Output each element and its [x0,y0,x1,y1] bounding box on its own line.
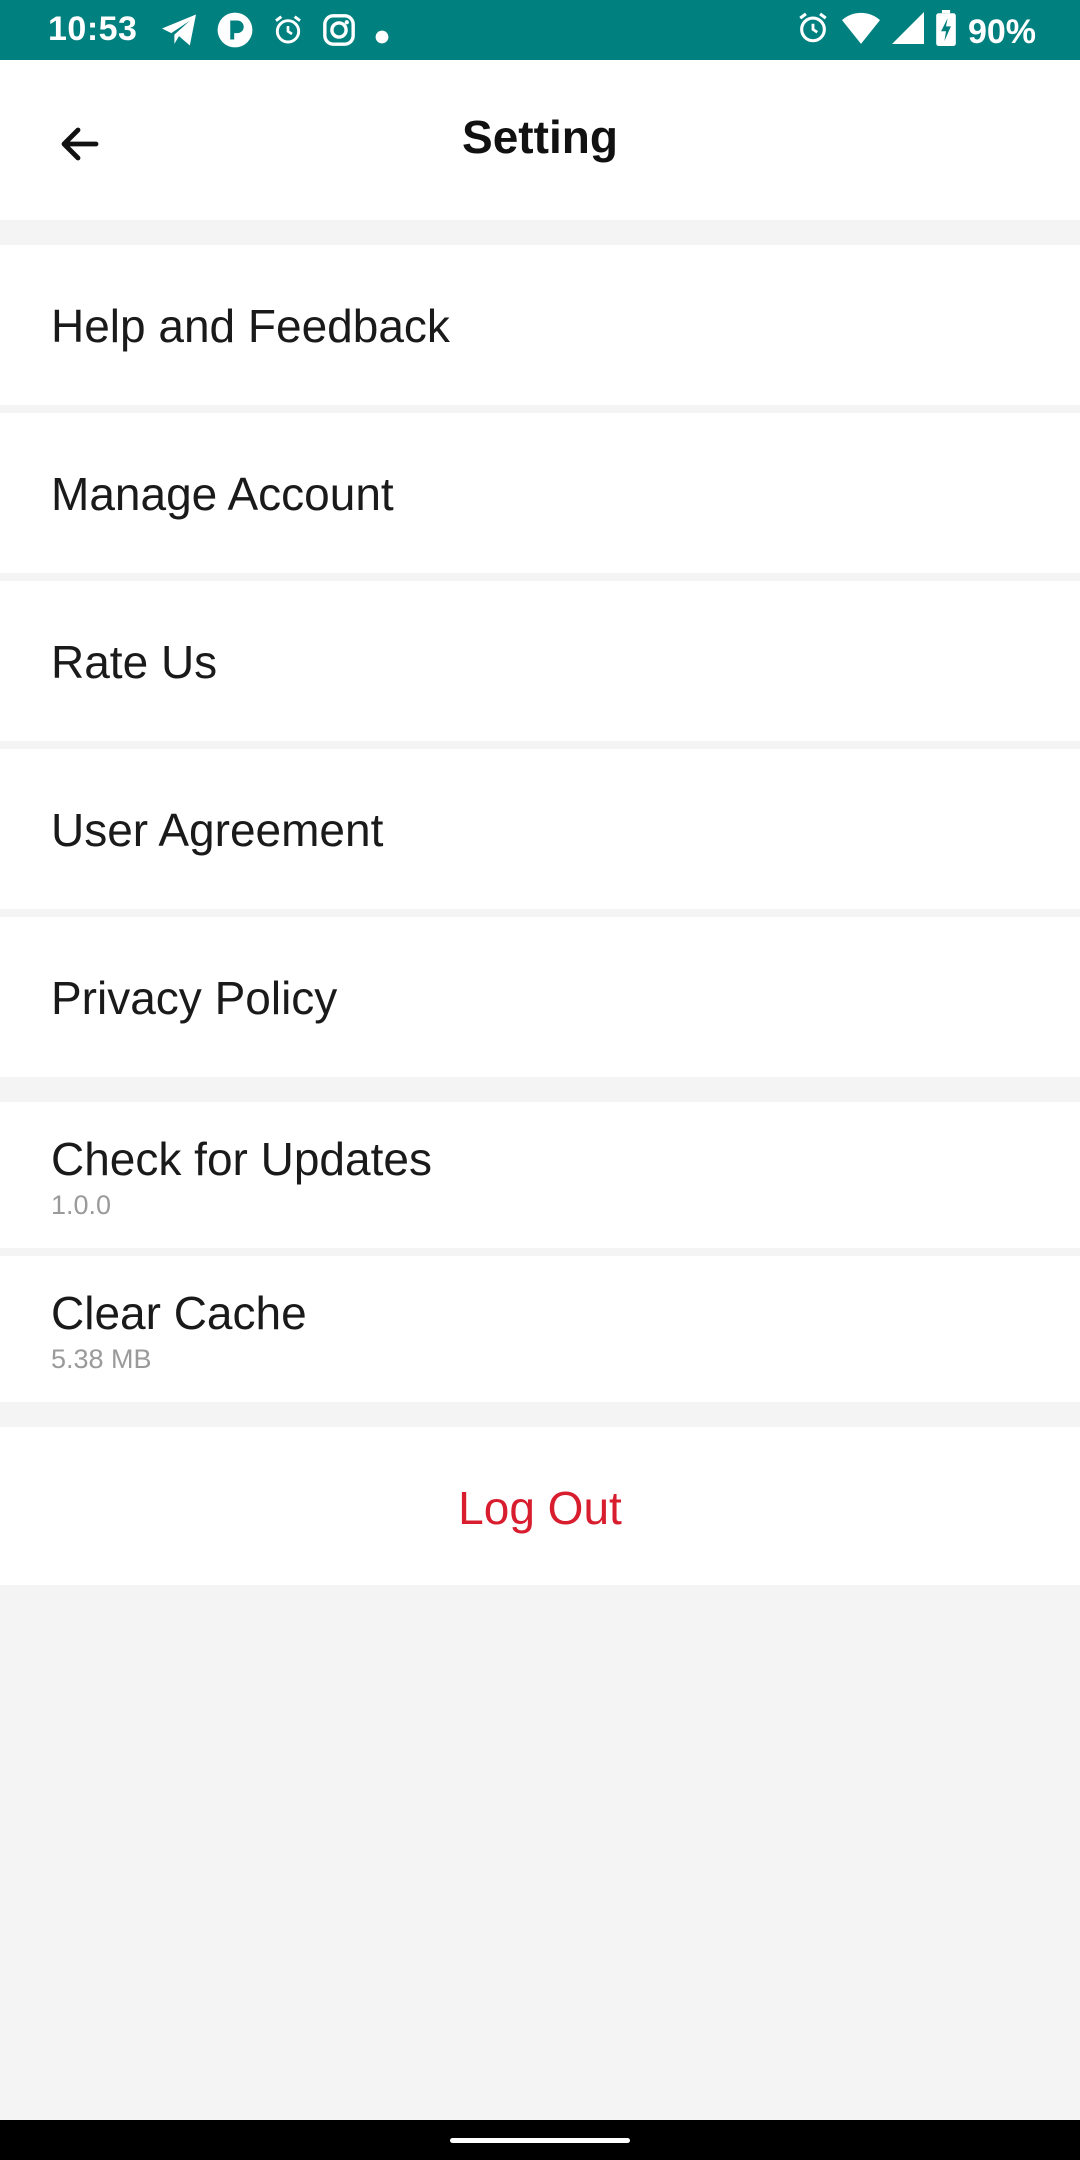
privacy-policy-item[interactable]: Privacy Policy [0,917,1080,1077]
battery-percent: 90% [967,13,1036,51]
clear-cache-item[interactable]: Clear Cache 5.38 MB [0,1256,1080,1402]
cache-size: 5.38 MB [51,1344,152,1374]
help-feedback-item[interactable]: Help and Feedback [0,245,1080,405]
clear-cache-label: Clear Cache [51,1287,307,1339]
system-icons: 90% [796,10,1036,55]
status-bar: 10:53 90% [0,0,1080,60]
battery-charging-icon [936,10,956,55]
user-agreement-item[interactable]: User Agreement [0,749,1080,909]
privacy-policy-label: Privacy Policy [51,972,338,1024]
user-agreement-label: User Agreement [51,804,384,856]
help-feedback-label: Help and Feedback [51,300,450,352]
dot-icon [374,15,390,54]
manage-account-item[interactable]: Manage Account [0,413,1080,573]
wifi-icon [841,12,880,53]
logout-label: Log Out [458,1482,622,1534]
notification-icons [160,11,390,58]
instagram-icon [322,13,356,56]
home-handle[interactable] [450,2138,630,2143]
navigation-bar [0,2120,1080,2160]
check-updates-item[interactable]: Check for Updates 1.0.0 [0,1102,1080,1248]
check-updates-label: Check for Updates [51,1133,432,1185]
app-version: 1.0.0 [51,1190,112,1220]
telegram-icon [160,13,198,56]
alarm-icon [272,14,304,55]
alarm-icon [796,11,830,54]
signal-icon [891,12,924,53]
logout-button[interactable]: Log Out [0,1427,1080,1585]
app-p-icon [216,11,254,58]
status-time: 10:53 [48,10,138,48]
manage-account-label: Manage Account [51,468,394,520]
page-title: Setting [462,111,618,163]
rate-us-item[interactable]: Rate Us [0,581,1080,741]
rate-us-label: Rate Us [51,636,218,688]
app-bar: Setting [0,60,1080,220]
